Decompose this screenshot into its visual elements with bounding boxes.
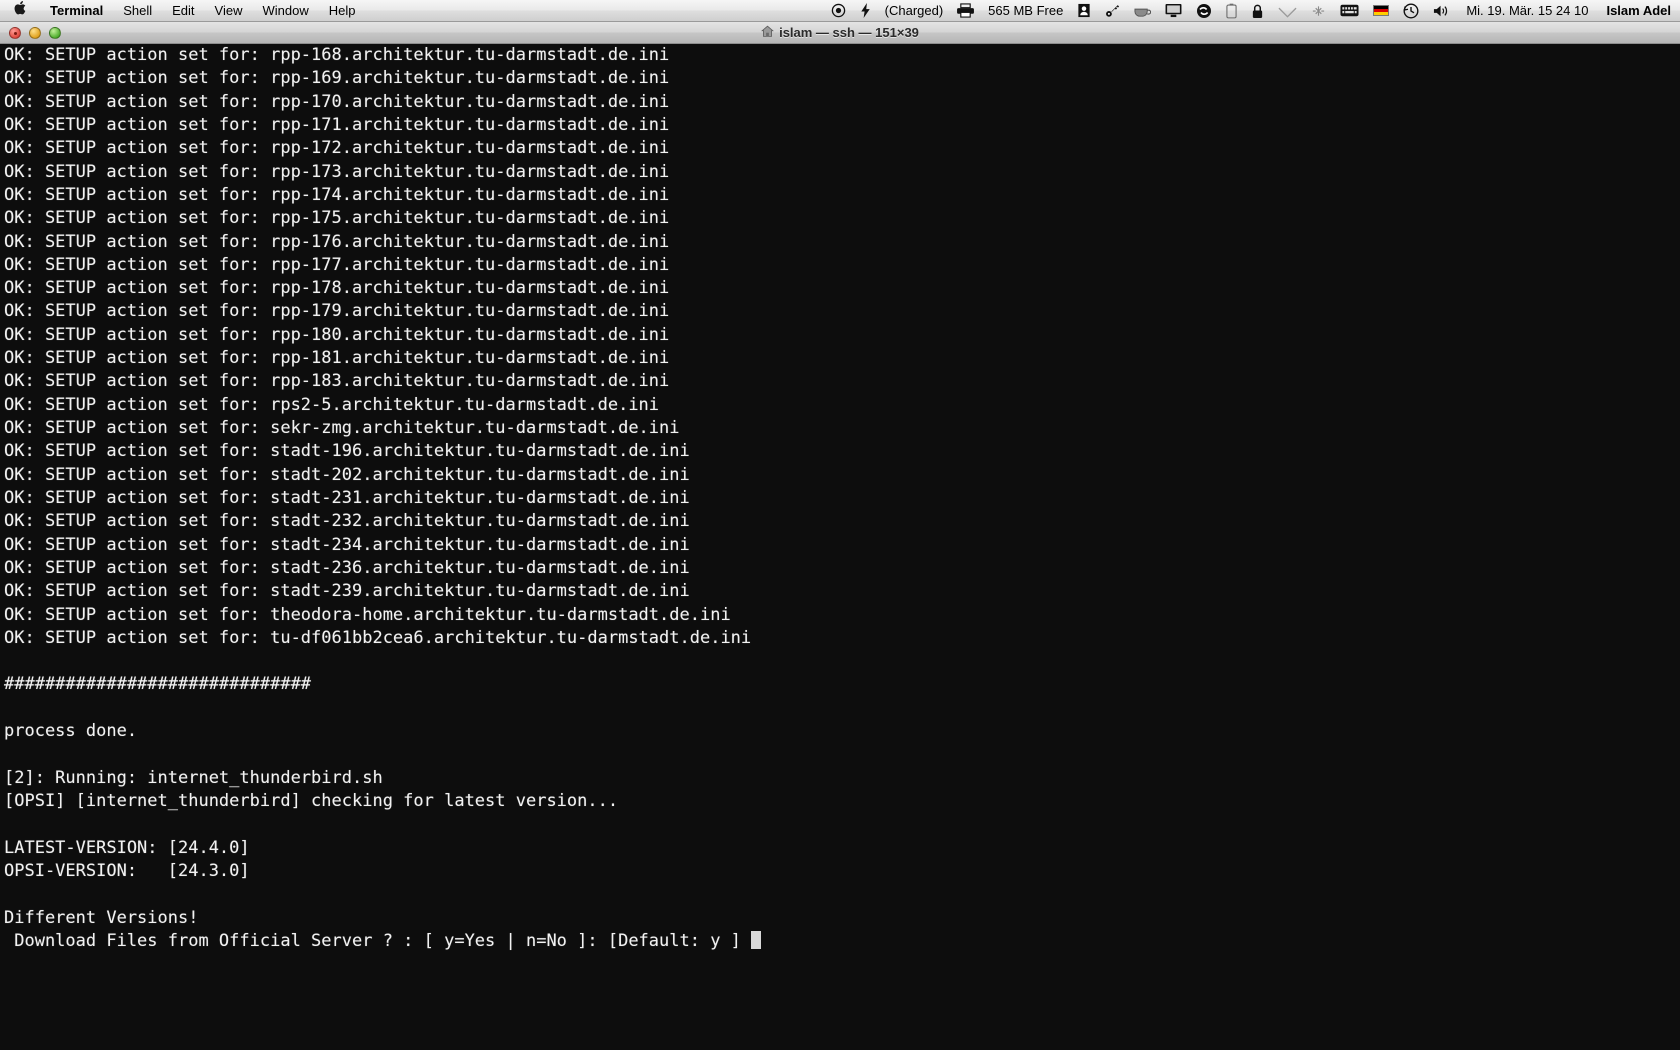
german-flag-icon[interactable] xyxy=(1366,5,1396,16)
menu-item-help[interactable]: Help xyxy=(319,3,366,18)
coffee-cup-icon[interactable] xyxy=(1127,4,1158,18)
menu-item-terminal[interactable]: Terminal xyxy=(40,3,113,18)
zoom-button[interactable] xyxy=(49,26,61,39)
window-title-text: islam — ssh — 151×39 xyxy=(779,25,919,40)
menu-bar-clock[interactable]: Mi. 19. Mär. 15 24 10 xyxy=(1457,3,1597,18)
apple-logo-icon[interactable] xyxy=(0,0,40,19)
terminal-screen[interactable]: OK: SETUP action set for: rpp-168.archit… xyxy=(0,44,1680,1050)
terminal-line: OK: SETUP action set for: rpp-176.archit… xyxy=(4,231,670,252)
terminal-window[interactable]: islam — ssh — 151×39 OK: SETUP action se… xyxy=(0,22,1680,1050)
menu-item-edit[interactable]: Edit xyxy=(162,3,204,18)
menu-bar-user[interactable]: Islam Adel xyxy=(1597,3,1680,18)
battery-icon[interactable] xyxy=(1219,3,1244,19)
terminal-line: [2]: Running: internet_thunderbird.sh xyxy=(4,767,383,788)
terminal-line: LATEST-VERSION: [24.4.0] xyxy=(4,837,250,858)
terminal-line: Different Versions! xyxy=(4,907,199,928)
terminal-line: [OPSI] [internet_thunderbird] checking f… xyxy=(4,791,619,811)
terminal-titlebar[interactable]: islam — ssh — 151×39 xyxy=(0,22,1680,44)
terminal-line: OK: SETUP action set for: rpp-175.archit… xyxy=(4,208,670,229)
terminal-line: OK: SETUP action set for: rpp-168.archit… xyxy=(4,45,670,65)
battery-status-text[interactable]: (Charged) xyxy=(878,3,951,18)
terminal-line: OK: SETUP action set for: stadt-231.arch… xyxy=(4,487,690,508)
menu-item-window[interactable]: Window xyxy=(253,3,319,18)
terminal-line: OK: SETUP action set for: rps2-5.archite… xyxy=(4,394,660,415)
terminal-line: OK: SETUP action set for: rpp-174.archit… xyxy=(4,184,670,205)
lightning-bolt-icon[interactable] xyxy=(853,3,878,18)
terminal-line: OK: SETUP action set for: stadt-232.arch… xyxy=(4,511,690,532)
terminal-line: OK: SETUP action set for: stadt-234.arch… xyxy=(4,534,690,555)
terminal-line: process done. xyxy=(4,721,138,742)
terminal-line: OK: SETUP action set for: tu-df061bb2cea… xyxy=(4,627,752,648)
terminal-line: OK: SETUP action set for: stadt-239.arch… xyxy=(4,581,690,602)
terminal-line: OK: SETUP action set for: stadt-196.arch… xyxy=(4,441,690,462)
terminal-line: OK: SETUP action set for: rpp-170.archit… xyxy=(4,91,670,112)
terminal-line: OK: SETUP action set for: rpp-180.archit… xyxy=(4,324,670,345)
terminal-line: OK: SETUP action set for: sekr-zmg.archi… xyxy=(4,418,680,438)
traffic-lights[interactable] xyxy=(0,26,61,39)
terminal-line: OK: SETUP action set for: rpp-183.archit… xyxy=(4,371,670,392)
terminal-output: OK: SETUP action set for: rpp-168.archit… xyxy=(4,44,1680,953)
terminal-line: OPSI-VERSION: [24.3.0] xyxy=(4,860,250,881)
terminal-line: OK: SETUP action set for: rpp-173.archit… xyxy=(4,161,670,182)
window-title-area: islam — ssh — 151×39 xyxy=(0,25,1680,41)
terminal-line: OK: SETUP action set for: rpp-172.archit… xyxy=(4,138,670,159)
display-icon[interactable] xyxy=(1158,3,1189,18)
minimize-button[interactable] xyxy=(29,26,41,39)
home-icon xyxy=(761,25,774,41)
record-dot-icon[interactable] xyxy=(824,3,853,18)
padlock-icon[interactable] xyxy=(1244,3,1271,19)
address-book-icon[interactable] xyxy=(1070,3,1098,18)
terminal-line: OK: SETUP action set for: rpp-178.archit… xyxy=(4,278,670,299)
keyboard-icon[interactable] xyxy=(1333,4,1366,17)
printer-icon[interactable] xyxy=(950,3,981,18)
menu-item-view[interactable]: View xyxy=(205,3,253,18)
wifi-icon[interactable] xyxy=(1271,4,1304,18)
volume-icon[interactable] xyxy=(1426,4,1457,18)
terminal-line: Download Files from Official Server ? : … xyxy=(4,930,1680,953)
terminal-line: OK: SETUP action set for: stadt-202.arch… xyxy=(4,464,690,485)
terminal-line: OK: SETUP action set for: rpp-181.archit… xyxy=(4,348,670,369)
key-icon[interactable] xyxy=(1098,3,1127,18)
free-space-text[interactable]: 565 MB Free xyxy=(981,3,1070,18)
terminal-line: OK: SETUP action set for: rpp-177.archit… xyxy=(4,254,670,275)
terminal-line: OK: SETUP action set for: rpp-179.archit… xyxy=(4,301,670,322)
macos-menu-bar[interactable]: Terminal Shell Edit View Window Help (Ch… xyxy=(0,0,1680,22)
terminal-line: OK: SETUP action set for: theodora-home.… xyxy=(4,604,731,625)
terminal-line: OK: SETUP action set for: rpp-169.archit… xyxy=(4,68,670,89)
sync-icon[interactable] xyxy=(1189,3,1219,19)
close-button[interactable] xyxy=(9,26,21,39)
terminal-line: OK: SETUP action set for: stadt-236.arch… xyxy=(4,557,690,578)
bluetooth-icon[interactable] xyxy=(1304,4,1333,18)
menu-item-shell[interactable]: Shell xyxy=(113,3,162,18)
block-cursor xyxy=(751,930,762,949)
terminal-line: OK: SETUP action set for: rpp-171.archit… xyxy=(4,114,670,135)
time-machine-icon[interactable] xyxy=(1396,2,1426,19)
terminal-line: ############################## xyxy=(4,674,312,695)
